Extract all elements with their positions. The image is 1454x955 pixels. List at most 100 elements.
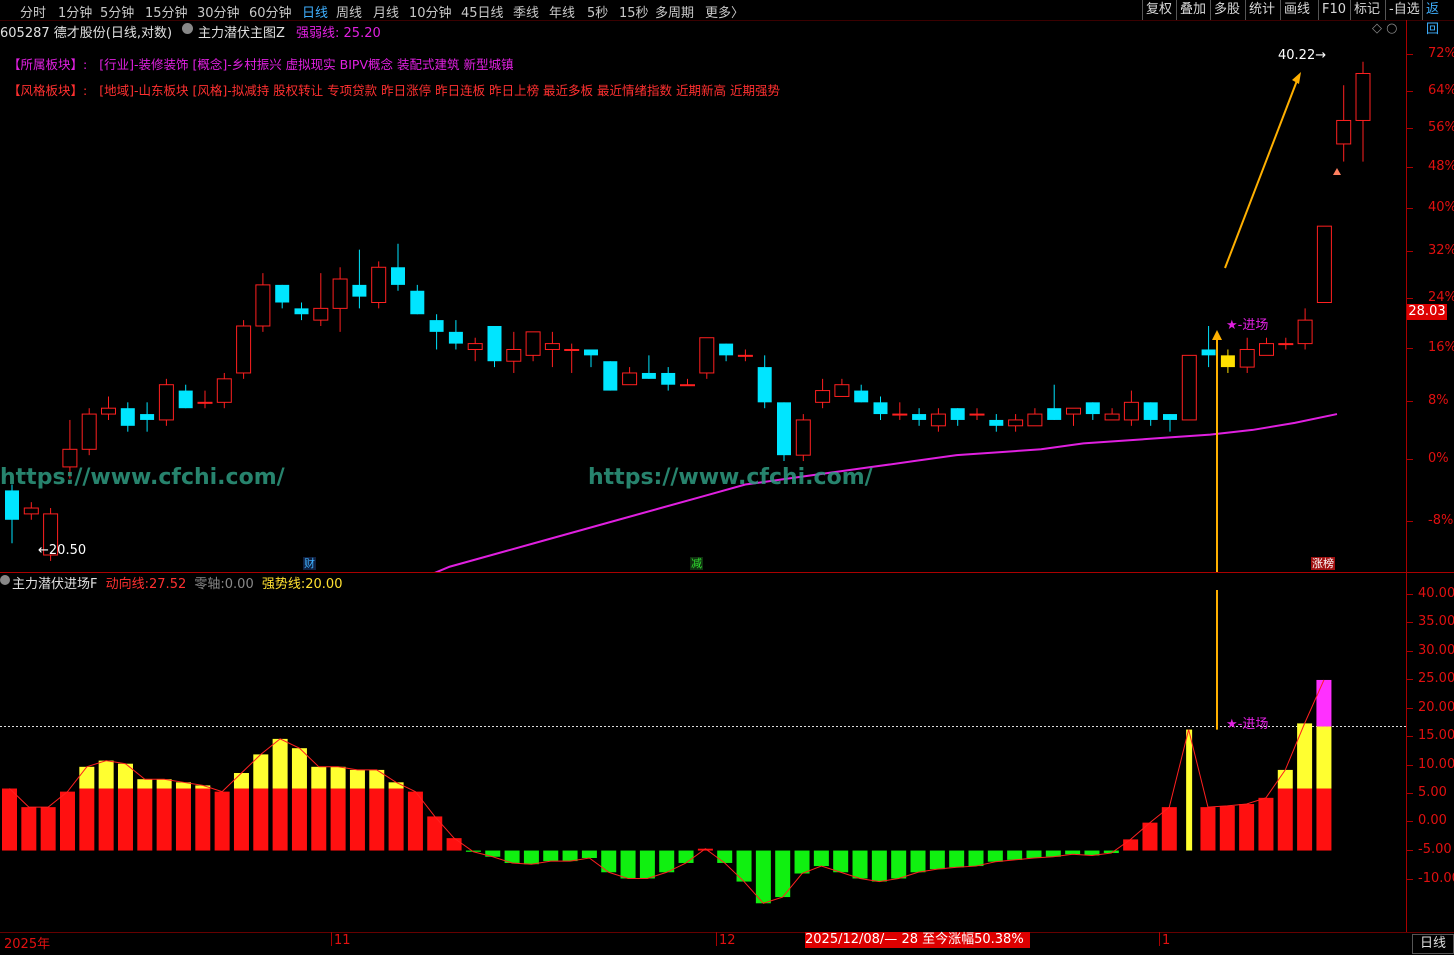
toolbar-button-2[interactable]: 多股 — [1210, 0, 1243, 20]
period-tab-7[interactable]: 周线 — [336, 2, 362, 21]
time-tick-nov — [331, 932, 332, 946]
osc-bar-positive — [21, 807, 37, 851]
osc-bar-positive — [1258, 797, 1274, 851]
toolbar-button-6[interactable]: 标记 — [1350, 0, 1383, 20]
event-marker-limit-up[interactable]: 涨榜 — [1311, 557, 1335, 570]
entry-label-sub: ★-进场 — [1226, 717, 1269, 732]
period-tab-3[interactable]: 15分钟 — [145, 2, 188, 21]
candle-body — [912, 414, 927, 420]
osc-bar-positive — [1219, 805, 1235, 851]
price-axis-tick — [1407, 208, 1413, 209]
candle-body — [255, 284, 271, 327]
osc-bar-negative — [968, 850, 984, 867]
osc-axis-tick — [1407, 651, 1413, 652]
osc-bar-positive — [291, 788, 307, 851]
indicator-toggle-icon[interactable] — [182, 23, 193, 34]
candle-body — [854, 390, 869, 403]
candle-body — [140, 414, 155, 420]
candle-body — [294, 308, 309, 315]
panel-controls-icon[interactable]: ◇ ○ — [1372, 21, 1397, 36]
sub-indicator-toggle-icon[interactable] — [0, 575, 10, 585]
period-day-button[interactable]: 日线 — [1412, 934, 1454, 954]
candle-body — [352, 284, 367, 297]
candle-body — [815, 390, 831, 403]
osc-bar-positive — [1239, 804, 1255, 851]
period-tab-9[interactable]: 10分钟 — [409, 2, 452, 21]
candle-body — [719, 343, 734, 356]
candle-body — [1239, 348, 1255, 368]
period-tab-15[interactable]: 多周期 — [655, 2, 694, 21]
candle-body — [873, 402, 888, 415]
price-axis-tick — [1407, 167, 1413, 168]
toolbar-button-4[interactable]: 画线 — [1280, 0, 1313, 20]
osc-axis-tick — [1407, 879, 1413, 880]
period-tab-10[interactable]: 45日线 — [461, 2, 504, 21]
toolbar-button-0[interactable]: 复权 — [1142, 0, 1175, 20]
osc-bar-positive — [349, 788, 365, 851]
candle-body — [429, 320, 444, 332]
event-marker-reduce[interactable]: 减 — [690, 557, 703, 570]
osc-bar-negative — [678, 850, 694, 863]
period-tab-6[interactable]: 日线 — [302, 2, 328, 21]
candle-body — [892, 413, 908, 416]
period-tab-5[interactable]: 60分钟 — [249, 2, 292, 21]
period-tab-1[interactable]: 1分钟 — [58, 2, 92, 21]
toolbar-button-7[interactable]: -自选 — [1385, 0, 1423, 20]
candle-body — [564, 348, 580, 351]
candle-body — [641, 372, 656, 379]
candle-body — [1143, 402, 1158, 420]
candle-body — [661, 372, 676, 385]
osc-bar-positive — [98, 788, 114, 851]
strong-weak-label: 强弱线: 25.20 — [296, 26, 381, 41]
price-axis-tick — [1407, 298, 1413, 299]
candle-body — [178, 390, 193, 409]
period-tab-0[interactable]: 分时 — [20, 2, 46, 21]
period-tab-8[interactable]: 月线 — [373, 2, 399, 21]
osc-bar-positive — [156, 788, 172, 851]
osc-axis-label: -5.00 — [1418, 842, 1452, 857]
period-tab-2[interactable]: 5分钟 — [100, 2, 134, 21]
osc-bar-positive — [175, 788, 191, 851]
osc-bar-negative — [717, 850, 733, 863]
candle-body — [1220, 355, 1235, 368]
candlestick-chart[interactable] — [0, 40, 1407, 572]
osc-axis-tick — [1407, 622, 1413, 623]
period-tab-4[interactable]: 30分钟 — [197, 2, 240, 21]
toolbar-button-1[interactable]: 叠加 — [1176, 0, 1209, 20]
candle-body — [680, 384, 695, 387]
osc-bar-positive — [446, 838, 462, 851]
candle-body — [777, 402, 791, 456]
toolbar-button-8[interactable]: 返回 — [1422, 0, 1454, 37]
low-price-label: ←20.50 — [38, 543, 87, 558]
candle-body — [448, 331, 463, 344]
oscillator-chart[interactable] — [0, 590, 1407, 930]
osc-axis-tick — [1407, 679, 1413, 680]
period-tab-14[interactable]: 15秒 — [619, 2, 649, 21]
price-axis-label: 0% — [1428, 451, 1449, 466]
candle-body — [236, 325, 252, 374]
candle-body — [1008, 419, 1024, 427]
candle-body — [950, 408, 965, 420]
period-tab-11[interactable]: 季线 — [513, 2, 539, 21]
osc-bar-negative — [813, 850, 829, 867]
period-tab-13[interactable]: 5秒 — [587, 2, 608, 21]
entry-signal-bar — [1186, 729, 1193, 851]
main-indicator-name[interactable]: 主力潜伏主图Z — [198, 22, 285, 41]
toolbar-button-3[interactable]: 统计 — [1245, 0, 1278, 20]
candle-body — [544, 343, 560, 350]
candle-body — [834, 384, 850, 397]
osc-bar-strong — [98, 760, 114, 789]
period-tab-16[interactable]: 更多〉 — [705, 2, 744, 21]
period-tab-12[interactable]: 年线 — [549, 2, 575, 21]
osc-bar-positive — [1316, 788, 1332, 851]
watermark-left: https://www.cfchi.com/ — [0, 465, 285, 490]
osc-bar-strong — [291, 748, 307, 789]
osc-bar-strong — [388, 782, 404, 789]
event-marker-finance[interactable]: 财 — [303, 557, 316, 570]
candle-body — [1316, 225, 1332, 304]
osc-bar-positive — [272, 788, 288, 851]
trend-arrow-line — [1224, 77, 1299, 269]
candle-body — [158, 384, 174, 421]
toolbar-button-5[interactable]: F10 — [1318, 0, 1349, 20]
time-tick-jan — [1159, 932, 1160, 946]
